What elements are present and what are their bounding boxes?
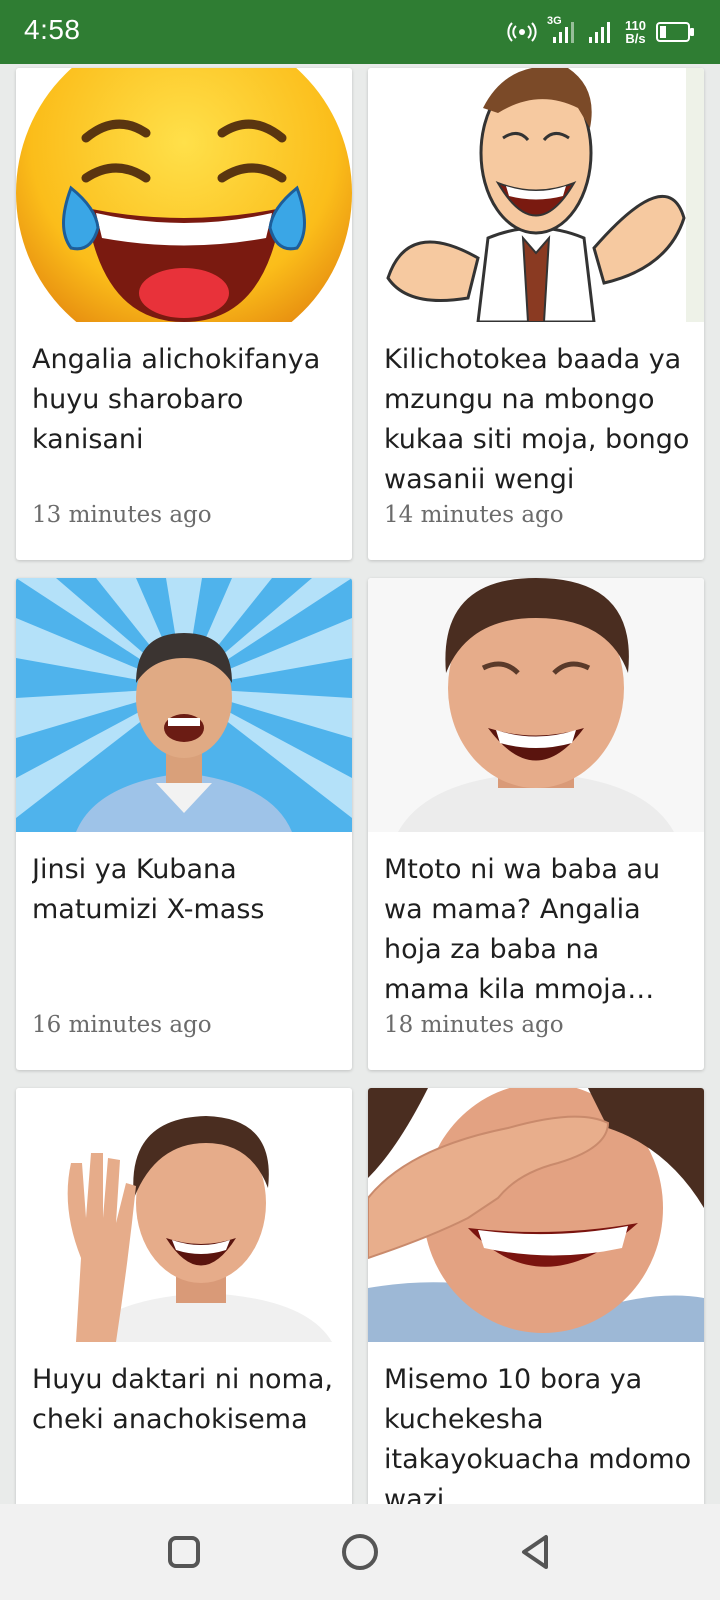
article-card[interactable]: Huyu daktari ni noma, cheki anachokisema bbox=[16, 1088, 352, 1504]
laughing-emoji-image bbox=[16, 68, 352, 322]
article-card[interactable]: Mtoto ni wa baba au wa mama? Angalia hoj… bbox=[368, 578, 704, 1070]
laughing-young-man-image bbox=[368, 578, 704, 832]
article-title[interactable]: Jinsi ya Kubana matumizi X-mass bbox=[32, 850, 340, 930]
cartoon-laughing-man-image bbox=[368, 68, 704, 322]
laughing-man-hand-raised-image bbox=[16, 1088, 352, 1342]
article-thumbnail[interactable] bbox=[16, 578, 352, 832]
article-thumbnail[interactable] bbox=[368, 68, 704, 322]
article-title[interactable]: Mtoto ni wa baba au wa mama? Angalia hoj… bbox=[384, 850, 692, 1010]
hotspot-icon bbox=[507, 20, 537, 44]
network-type: 3G bbox=[547, 15, 562, 27]
article-thumbnail[interactable] bbox=[16, 1088, 352, 1342]
article-title[interactable]: Angalia alichokifanya huyu sharobaro kan… bbox=[32, 340, 340, 460]
battery-icon bbox=[656, 21, 696, 43]
system-nav-bar bbox=[0, 1504, 720, 1600]
signal-3g-icon: 3G bbox=[547, 15, 577, 47]
status-bar: 4:58 3G 110 B/s bbox=[0, 0, 720, 64]
article-card[interactable]: Angalia alichokifanya huyu sharobaro kan… bbox=[16, 68, 352, 560]
article-card[interactable]: Jinsi ya Kubana matumizi X-mass 16 minut… bbox=[16, 578, 352, 1070]
home-button[interactable] bbox=[336, 1528, 384, 1576]
laughing-man-hand-on-face-image bbox=[368, 1088, 704, 1342]
article-timestamp: 13 minutes ago bbox=[32, 502, 212, 528]
article-timestamp: 16 minutes ago bbox=[32, 1012, 212, 1038]
triangle-back-icon bbox=[522, 1535, 548, 1569]
article-thumbnail[interactable] bbox=[368, 578, 704, 832]
laughing-man-blue-rays-image bbox=[16, 578, 352, 832]
article-thumbnail[interactable] bbox=[16, 68, 352, 322]
square-icon bbox=[168, 1536, 200, 1568]
recents-button[interactable] bbox=[160, 1528, 208, 1576]
article-card[interactable]: Kilichotokea baada ya mzungu na mbongo k… bbox=[368, 68, 704, 560]
signal-icon bbox=[587, 17, 615, 47]
circle-icon bbox=[342, 1534, 378, 1570]
speed-unit: B/s bbox=[625, 31, 646, 46]
article-title[interactable]: Misemo 10 bora ya kuchekesha itakayokuac… bbox=[384, 1360, 692, 1504]
status-time: 4:58 bbox=[24, 14, 81, 45]
network-speed: 110 B/s bbox=[625, 19, 646, 45]
status-icons: 3G 110 B/s bbox=[507, 14, 696, 50]
article-timestamp: 18 minutes ago bbox=[384, 1012, 564, 1038]
article-thumbnail[interactable] bbox=[368, 1088, 704, 1342]
article-timestamp: 14 minutes ago bbox=[384, 502, 564, 528]
article-card[interactable]: Misemo 10 bora ya kuchekesha itakayokuac… bbox=[368, 1088, 704, 1504]
article-feed[interactable]: Angalia alichokifanya huyu sharobaro kan… bbox=[0, 64, 720, 1504]
article-title[interactable]: Huyu daktari ni noma, cheki anachokisema bbox=[32, 1360, 340, 1440]
back-button[interactable] bbox=[512, 1528, 560, 1576]
article-title[interactable]: Kilichotokea baada ya mzungu na mbongo k… bbox=[384, 340, 692, 500]
